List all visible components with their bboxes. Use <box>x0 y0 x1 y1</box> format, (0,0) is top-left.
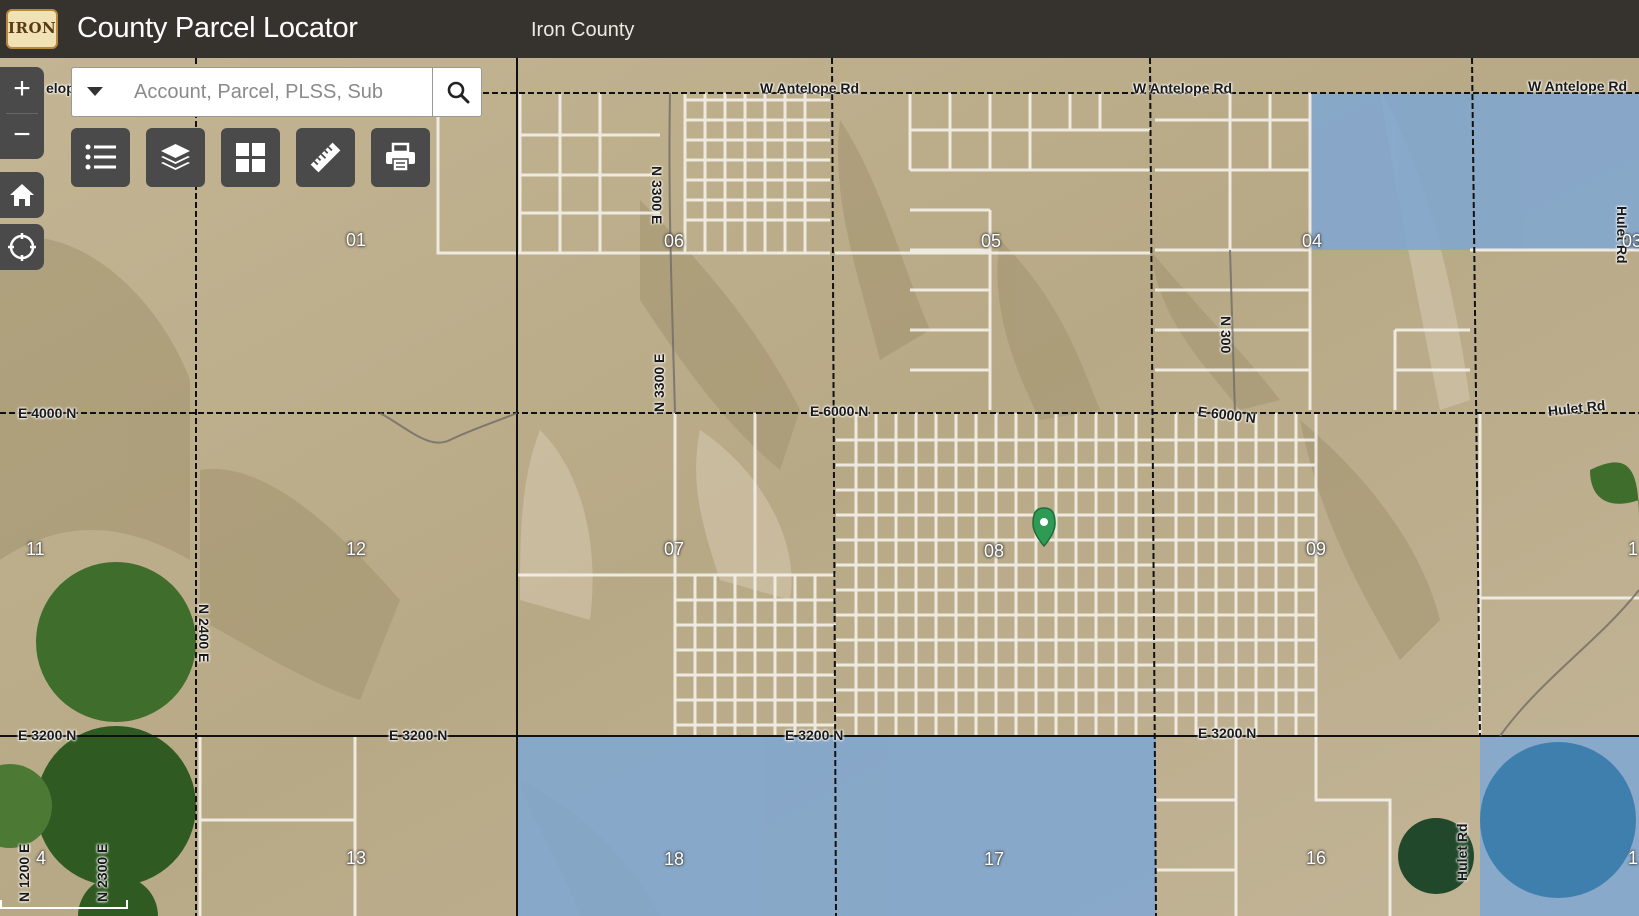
zoom-out-button[interactable]: − <box>0 113 44 159</box>
print-icon <box>386 142 415 172</box>
section-label: 18 <box>664 849 685 869</box>
app-title: County Parcel Locator <box>77 12 358 44</box>
zoom-control: + − <box>0 67 44 159</box>
section-label: 1 <box>1628 539 1639 559</box>
search-button[interactable] <box>432 68 482 116</box>
road-label-n-1200-e: N 1200 E <box>16 843 32 902</box>
section-label: 1 <box>1628 848 1639 868</box>
section-label: 07 <box>664 539 685 559</box>
road-label-n-300: N 300 <box>1218 316 1234 354</box>
measure-ruler-icon <box>310 142 341 173</box>
section-label: 11 <box>26 539 45 559</box>
basemap-grid-icon <box>236 143 265 172</box>
section-label: 16 <box>1306 848 1327 868</box>
road-label-w-antelope-rd: W Antelope Rd <box>1528 78 1628 94</box>
road-label-e-3200-n: E 3200 N <box>1198 725 1257 741</box>
road-label-hulet-rd: Hulet Rd <box>1454 823 1470 881</box>
section-label: 09 <box>1306 539 1327 559</box>
road-label-n-3300-e: N 3300 E <box>651 353 667 412</box>
section-label: 12 <box>346 539 367 559</box>
search-bar <box>71 67 482 117</box>
section-label: 05 <box>981 231 1002 251</box>
home-icon <box>10 184 34 206</box>
section-label: 08 <box>984 541 1005 561</box>
section-label: 04 <box>1302 231 1323 251</box>
county-name: Iron County <box>531 19 635 41</box>
layers-icon <box>161 144 190 170</box>
road-label-n-3300-e: N 3300 E <box>649 166 665 225</box>
legend-button[interactable] <box>71 128 130 187</box>
section-label: 06 <box>664 231 685 251</box>
road-label-w-antelope-rd: W Antelope Rd <box>760 80 860 96</box>
section-label: 01 <box>346 230 367 250</box>
chevron-down-icon <box>87 87 103 96</box>
section-label: 03 <box>1622 231 1639 251</box>
logo-text: IRON <box>8 19 57 37</box>
road-label-n-2400-e: N 2400 E <box>196 604 212 663</box>
road-label-e-3200-n: E 3200 N <box>18 727 77 743</box>
basemap-gallery-button[interactable] <box>221 128 280 187</box>
app-header: IRON County Parcel Locator Iron County <box>0 0 1639 58</box>
home-button[interactable] <box>0 172 44 218</box>
print-button[interactable] <box>371 128 430 187</box>
search-source-dropdown[interactable] <box>72 68 116 116</box>
search-input[interactable] <box>134 79 396 105</box>
layers-button[interactable] <box>146 128 205 187</box>
section-label: 13 <box>346 848 367 868</box>
scale-bar <box>0 900 128 909</box>
road-label-n-2300-e: N 2300 E <box>94 843 110 902</box>
road-label-e-3200-n: E 3200 N <box>785 727 844 743</box>
locate-button[interactable] <box>0 224 44 270</box>
road-label-e-3200-n: E 3200 N <box>389 727 448 743</box>
legend-list-icon <box>85 144 116 170</box>
locate-icon <box>8 233 36 261</box>
road-label-e-6000-n: E 6000 N <box>810 403 869 419</box>
section-label: 4 <box>36 848 47 868</box>
section-label: 17 <box>984 849 1005 869</box>
zoom-in-button[interactable]: + <box>0 67 44 113</box>
road-label-w-antelope-rd: W Antelope Rd <box>1133 80 1233 96</box>
measure-button[interactable] <box>296 128 355 187</box>
road-label-e-4000-n: E 4000 N <box>18 405 77 421</box>
iron-county-logo[interactable]: IRON <box>6 9 58 49</box>
search-icon <box>447 81 470 104</box>
